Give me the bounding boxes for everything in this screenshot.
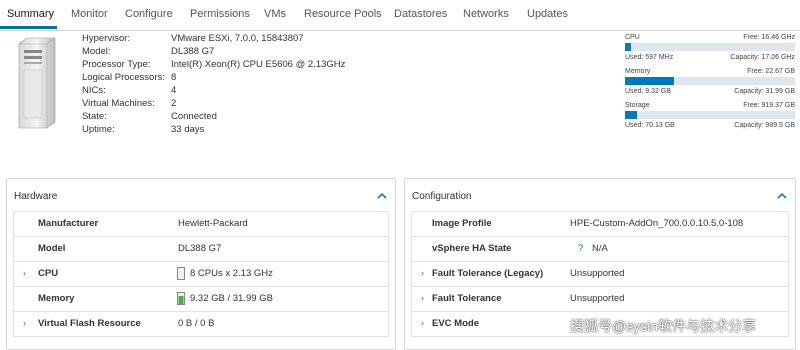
tab-permissions[interactable]: Permissions	[190, 8, 250, 20]
meter-capacity: Capacity: 989.5 GB	[734, 122, 795, 129]
meter-bar	[625, 43, 795, 51]
chevron-right-icon[interactable]: ›	[23, 268, 26, 278]
summary-label: Uptime:	[82, 124, 115, 135]
cpu-icon	[177, 267, 185, 280]
row-value: DL388 G7	[178, 243, 222, 254]
row-value: N/A	[592, 243, 608, 254]
tab-configure[interactable]: Configure	[125, 8, 173, 20]
summary-label: State:	[82, 111, 107, 122]
meter-label: CPU	[625, 34, 640, 41]
tab-vms[interactable]: VMs	[264, 8, 286, 20]
memory-icon	[177, 292, 185, 305]
table-row: Manufacturer Hewlett-Packard	[13, 211, 389, 237]
tab-summary[interactable]: Summary	[7, 8, 54, 20]
meter-free: Free: 919.37 GB	[743, 102, 795, 109]
active-tab-indicator	[0, 26, 57, 29]
summary-label: Virtual Machines:	[82, 98, 155, 109]
summary-label: Logical Processors:	[82, 72, 165, 83]
row-value: Unsupported	[570, 268, 625, 279]
meter-used: Used: 597 MHz	[625, 54, 674, 61]
meter-fill	[625, 77, 675, 85]
row-label: Virtual Flash Resource	[38, 318, 141, 329]
panel-title: Hardware	[14, 191, 58, 202]
row-label: Image Profile	[432, 218, 492, 229]
chevron-up-icon[interactable]	[776, 190, 788, 202]
row-label: EVC Mode	[432, 318, 479, 329]
chevron-right-icon[interactable]: ›	[23, 318, 26, 328]
row-label: Fault Tolerance (Legacy)	[432, 268, 544, 279]
meter-free: Free: 16.46 GHz	[743, 34, 795, 41]
meter-bar	[625, 111, 795, 119]
summary-label: Hypervisor:	[82, 33, 131, 44]
chevron-up-icon[interactable]	[376, 190, 388, 202]
meter-used: Used: 70.13 GB	[625, 122, 675, 129]
meter-label: Memory	[625, 68, 651, 75]
row-label: Manufacturer	[38, 218, 99, 229]
meter-bar	[625, 77, 795, 85]
help-question-icon[interactable]: ?	[578, 243, 583, 254]
row-value: 0 B / 0 B	[178, 318, 215, 329]
tab-networks[interactable]: Networks	[463, 8, 509, 20]
watermark: 搜狐号@sysin软件与技术分享	[570, 318, 757, 334]
chevron-right-icon[interactable]: ›	[421, 293, 424, 303]
meter-free: Free: 22.67 GB	[747, 68, 795, 75]
row-value: HPE-Custom-AddOn_700.0.0.10.5.0-108	[570, 218, 744, 229]
meter-capacity: Capacity: 17.06 GHz	[730, 54, 795, 61]
tab-updates[interactable]: Updates	[527, 8, 568, 20]
summary-value: VMware ESXi, 7.0.0, 15843807	[171, 33, 304, 44]
summary-value: Intel(R) Xeon(R) CPU E5606 @ 2.13GHz	[171, 59, 346, 70]
table-row[interactable]: › Virtual Flash Resource 0 B / 0 B	[13, 311, 389, 337]
row-label: CPU	[38, 268, 59, 279]
summary-value: Connected	[171, 111, 217, 122]
summary-label: Model:	[82, 46, 111, 57]
row-label: Memory	[38, 293, 75, 304]
meter-fill	[625, 43, 631, 51]
row-value: Hewlett-Packard	[178, 218, 248, 229]
row-label: Fault Tolerance	[432, 293, 502, 304]
summary-value: 33 days	[171, 124, 205, 135]
table-row[interactable]: › CPU 8 CPUs x 2.13 GHz	[13, 261, 389, 287]
summary-label: Processor Type:	[82, 59, 151, 70]
summary-value: 8	[171, 72, 177, 83]
summary-value: 4	[171, 85, 177, 96]
panel-title: Configuration	[412, 191, 472, 202]
table-row: vSphere HA State ? N/A	[411, 236, 789, 262]
row-value: Unsupported	[570, 293, 625, 304]
row-value: 8 CPUs x 2.13 GHz	[190, 268, 273, 279]
row-value: 9.32 GB / 31.99 GB	[190, 293, 273, 304]
meter-used: Used: 9.32 GB	[625, 88, 671, 95]
row-label: Model	[38, 243, 66, 254]
summary-label: NICs:	[82, 85, 106, 96]
tab-resource-pools[interactable]: Resource Pools	[304, 8, 382, 20]
table-row[interactable]: › Fault Tolerance Unsupported	[411, 286, 789, 312]
meter-capacity: Capacity: 31.99 GB	[734, 88, 795, 95]
summary-value: DL388 G7	[171, 46, 215, 57]
table-row: Model DL388 G7	[13, 236, 389, 262]
tab-monitor[interactable]: Monitor	[71, 8, 108, 20]
chevron-right-icon[interactable]: ›	[421, 318, 424, 328]
tab-datastores[interactable]: Datastores	[394, 8, 447, 20]
chevron-right-icon[interactable]: ›	[421, 268, 424, 278]
server-host-icon	[18, 37, 56, 129]
hardware-panel: Hardware Manufacturer Hewlett-Packard Mo…	[6, 178, 396, 350]
table-row: Image Profile HPE-Custom-AddOn_700.0.0.1…	[411, 211, 789, 237]
meter-label: Storage	[625, 102, 650, 109]
table-row[interactable]: › Fault Tolerance (Legacy) Unsupported	[411, 261, 789, 287]
tab-bar: Summary Monitor Configure Permissions VM…	[0, 0, 800, 31]
table-row: Memory 9.32 GB / 31.99 GB	[13, 286, 389, 312]
summary-value: 2	[171, 98, 177, 109]
meter-fill	[625, 111, 638, 119]
row-label: vSphere HA State	[432, 243, 512, 254]
